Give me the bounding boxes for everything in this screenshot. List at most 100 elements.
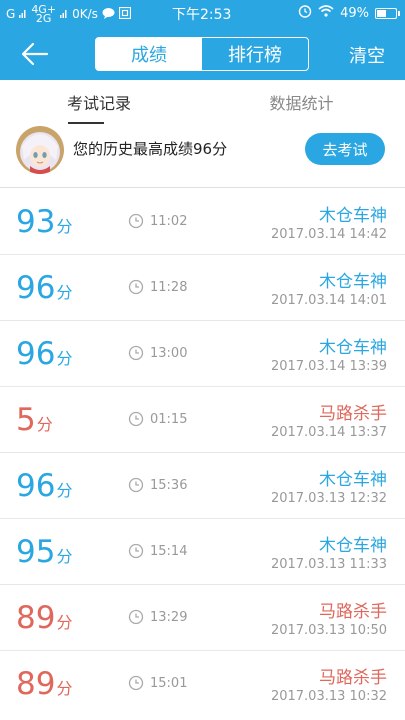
score-unit: 分	[56, 679, 73, 698]
list-item[interactable]: 89 分 15:01 马路杀手 2017.03.13 10:32	[0, 651, 405, 717]
score-value: 96	[16, 336, 56, 372]
clock-icon	[128, 279, 144, 295]
duration: 13:29	[128, 609, 187, 625]
duration: 15:14	[128, 543, 187, 559]
tab-scores[interactable]: 成绩	[96, 38, 202, 70]
score: 96 分	[16, 469, 72, 503]
list-item[interactable]: 93 分 11:02 木仓车神 2017.03.14 14:42	[0, 189, 405, 255]
app-bar: 成绩 排行榜 清空	[0, 28, 405, 80]
best-score-row: 您的历史最高成绩96分 去考试	[0, 124, 405, 188]
duration: 01:15	[128, 411, 187, 427]
score: 93 分	[16, 205, 72, 239]
record-date: 2017.03.13 12:32	[270, 491, 387, 506]
score-value: 95	[16, 534, 56, 570]
duration-value: 15:01	[150, 675, 188, 691]
status-left: G 4G+ 2G 0K/s	[6, 4, 131, 24]
rating-title: 木仓车神	[319, 206, 387, 226]
tab-exam-records[interactable]: 考试记录	[0, 80, 203, 124]
rating-title: 木仓车神	[319, 470, 387, 490]
status-bar: G 4G+ 2G 0K/s 下午2:53 49%	[0, 0, 405, 28]
score-value: 93	[16, 204, 56, 240]
records-list: 93 分 11:02 木仓车神 2017.03.14 14:42 96 分 11:2…	[0, 189, 405, 717]
wifi-icon	[318, 5, 334, 21]
record-date: 2017.03.14 13:39	[270, 359, 387, 374]
score: 89 分	[16, 667, 72, 701]
app-notification-icon	[118, 6, 131, 22]
rating-title: 木仓车神	[319, 536, 387, 556]
clock-icon	[128, 543, 144, 559]
net-speed: 0K/s	[72, 7, 98, 21]
list-item[interactable]: 89 分 13:29 马路杀手 2017.03.13 10:50	[0, 585, 405, 651]
clear-button[interactable]: 清空	[349, 42, 385, 68]
clock-icon	[128, 609, 144, 625]
record-date: 2017.03.13 10:50	[270, 623, 387, 638]
score: 96 分	[16, 271, 72, 305]
record-date: 2017.03.13 10:32	[270, 689, 387, 704]
rating-title: 马路杀手	[319, 602, 387, 622]
duration: 15:01	[128, 675, 187, 691]
score-unit: 分	[56, 481, 73, 500]
duration-value: 13:29	[150, 609, 188, 625]
signal-icon	[19, 7, 27, 21]
duration-value: 11:02	[150, 213, 188, 229]
score: 5分	[16, 403, 53, 437]
duration-value: 15:14	[150, 543, 188, 559]
tab-data-statistics[interactable]: 数据统计	[203, 80, 405, 124]
duration-value: 15:36	[150, 477, 188, 493]
clock-icon	[128, 411, 144, 427]
duration-value: 13:00	[150, 345, 188, 361]
score-unit: 分	[56, 283, 73, 302]
score-unit: 分	[56, 547, 73, 566]
duration: 11:02	[128, 213, 187, 229]
list-item[interactable]: 96 分 11:28 木仓车神 2017.03.14 14:01	[0, 255, 405, 321]
avatar	[16, 126, 64, 174]
duration: 13:00	[128, 345, 187, 361]
score: 96 分	[16, 337, 72, 371]
score-unit: 分	[36, 415, 53, 434]
battery-percent: 49%	[340, 5, 369, 21]
record-date: 2017.03.14 14:01	[270, 293, 387, 308]
duration-value: 01:15	[150, 411, 188, 427]
score-value: 5	[16, 402, 36, 438]
clock-icon	[128, 213, 144, 229]
battery-icon	[375, 7, 400, 19]
record-date: 2017.03.13 11:33	[270, 557, 387, 572]
list-item[interactable]: 95 分 15:14 木仓车神 2017.03.13 11:33	[0, 519, 405, 585]
score-value: 96	[16, 468, 56, 504]
sub-tabs: 考试记录 数据统计	[0, 80, 405, 124]
score: 89 分	[16, 601, 72, 635]
arrow-left-icon	[21, 42, 49, 66]
duration: 15:36	[128, 477, 187, 493]
record-date: 2017.03.14 14:42	[270, 227, 387, 242]
clock-icon	[128, 345, 144, 361]
tab-leaderboard[interactable]: 排行榜	[202, 38, 308, 70]
rating-title: 木仓车神	[319, 272, 387, 292]
status-time: 下午2:53	[172, 7, 232, 23]
rating-title: 木仓车神	[319, 338, 387, 358]
clock-icon	[128, 675, 144, 691]
best-score-text: 您的历史最高成绩96分	[73, 140, 228, 158]
back-button[interactable]	[20, 40, 50, 68]
score-value: 96	[16, 270, 56, 306]
score-value: 89	[16, 600, 56, 636]
score-value: 89	[16, 666, 56, 702]
network-type: 4G+ 2G	[31, 4, 56, 24]
signal-label: G	[6, 7, 16, 21]
status-right: 49%	[298, 4, 400, 22]
score-unit: 分	[56, 613, 73, 632]
signal-icon-2	[60, 7, 68, 21]
list-item[interactable]: 96 分 15:36 木仓车神 2017.03.13 12:32	[0, 453, 405, 519]
rating-title: 马路杀手	[319, 668, 387, 688]
duration-value: 11:28	[150, 279, 188, 295]
score-unit: 分	[56, 349, 73, 368]
message-icon	[102, 7, 115, 22]
alarm-icon	[298, 4, 312, 22]
record-date: 2017.03.14 13:37	[270, 425, 387, 440]
score: 95 分	[16, 535, 72, 569]
take-exam-button[interactable]: 去考试	[305, 133, 385, 165]
clock-icon	[128, 477, 144, 493]
score-unit: 分	[56, 217, 73, 236]
list-item[interactable]: 96 分 13:00 木仓车神 2017.03.14 13:39	[0, 321, 405, 387]
list-item[interactable]: 5分 01:15 马路杀手 2017.03.14 13:37	[0, 387, 405, 453]
segment-control: 成绩 排行榜	[95, 37, 309, 71]
